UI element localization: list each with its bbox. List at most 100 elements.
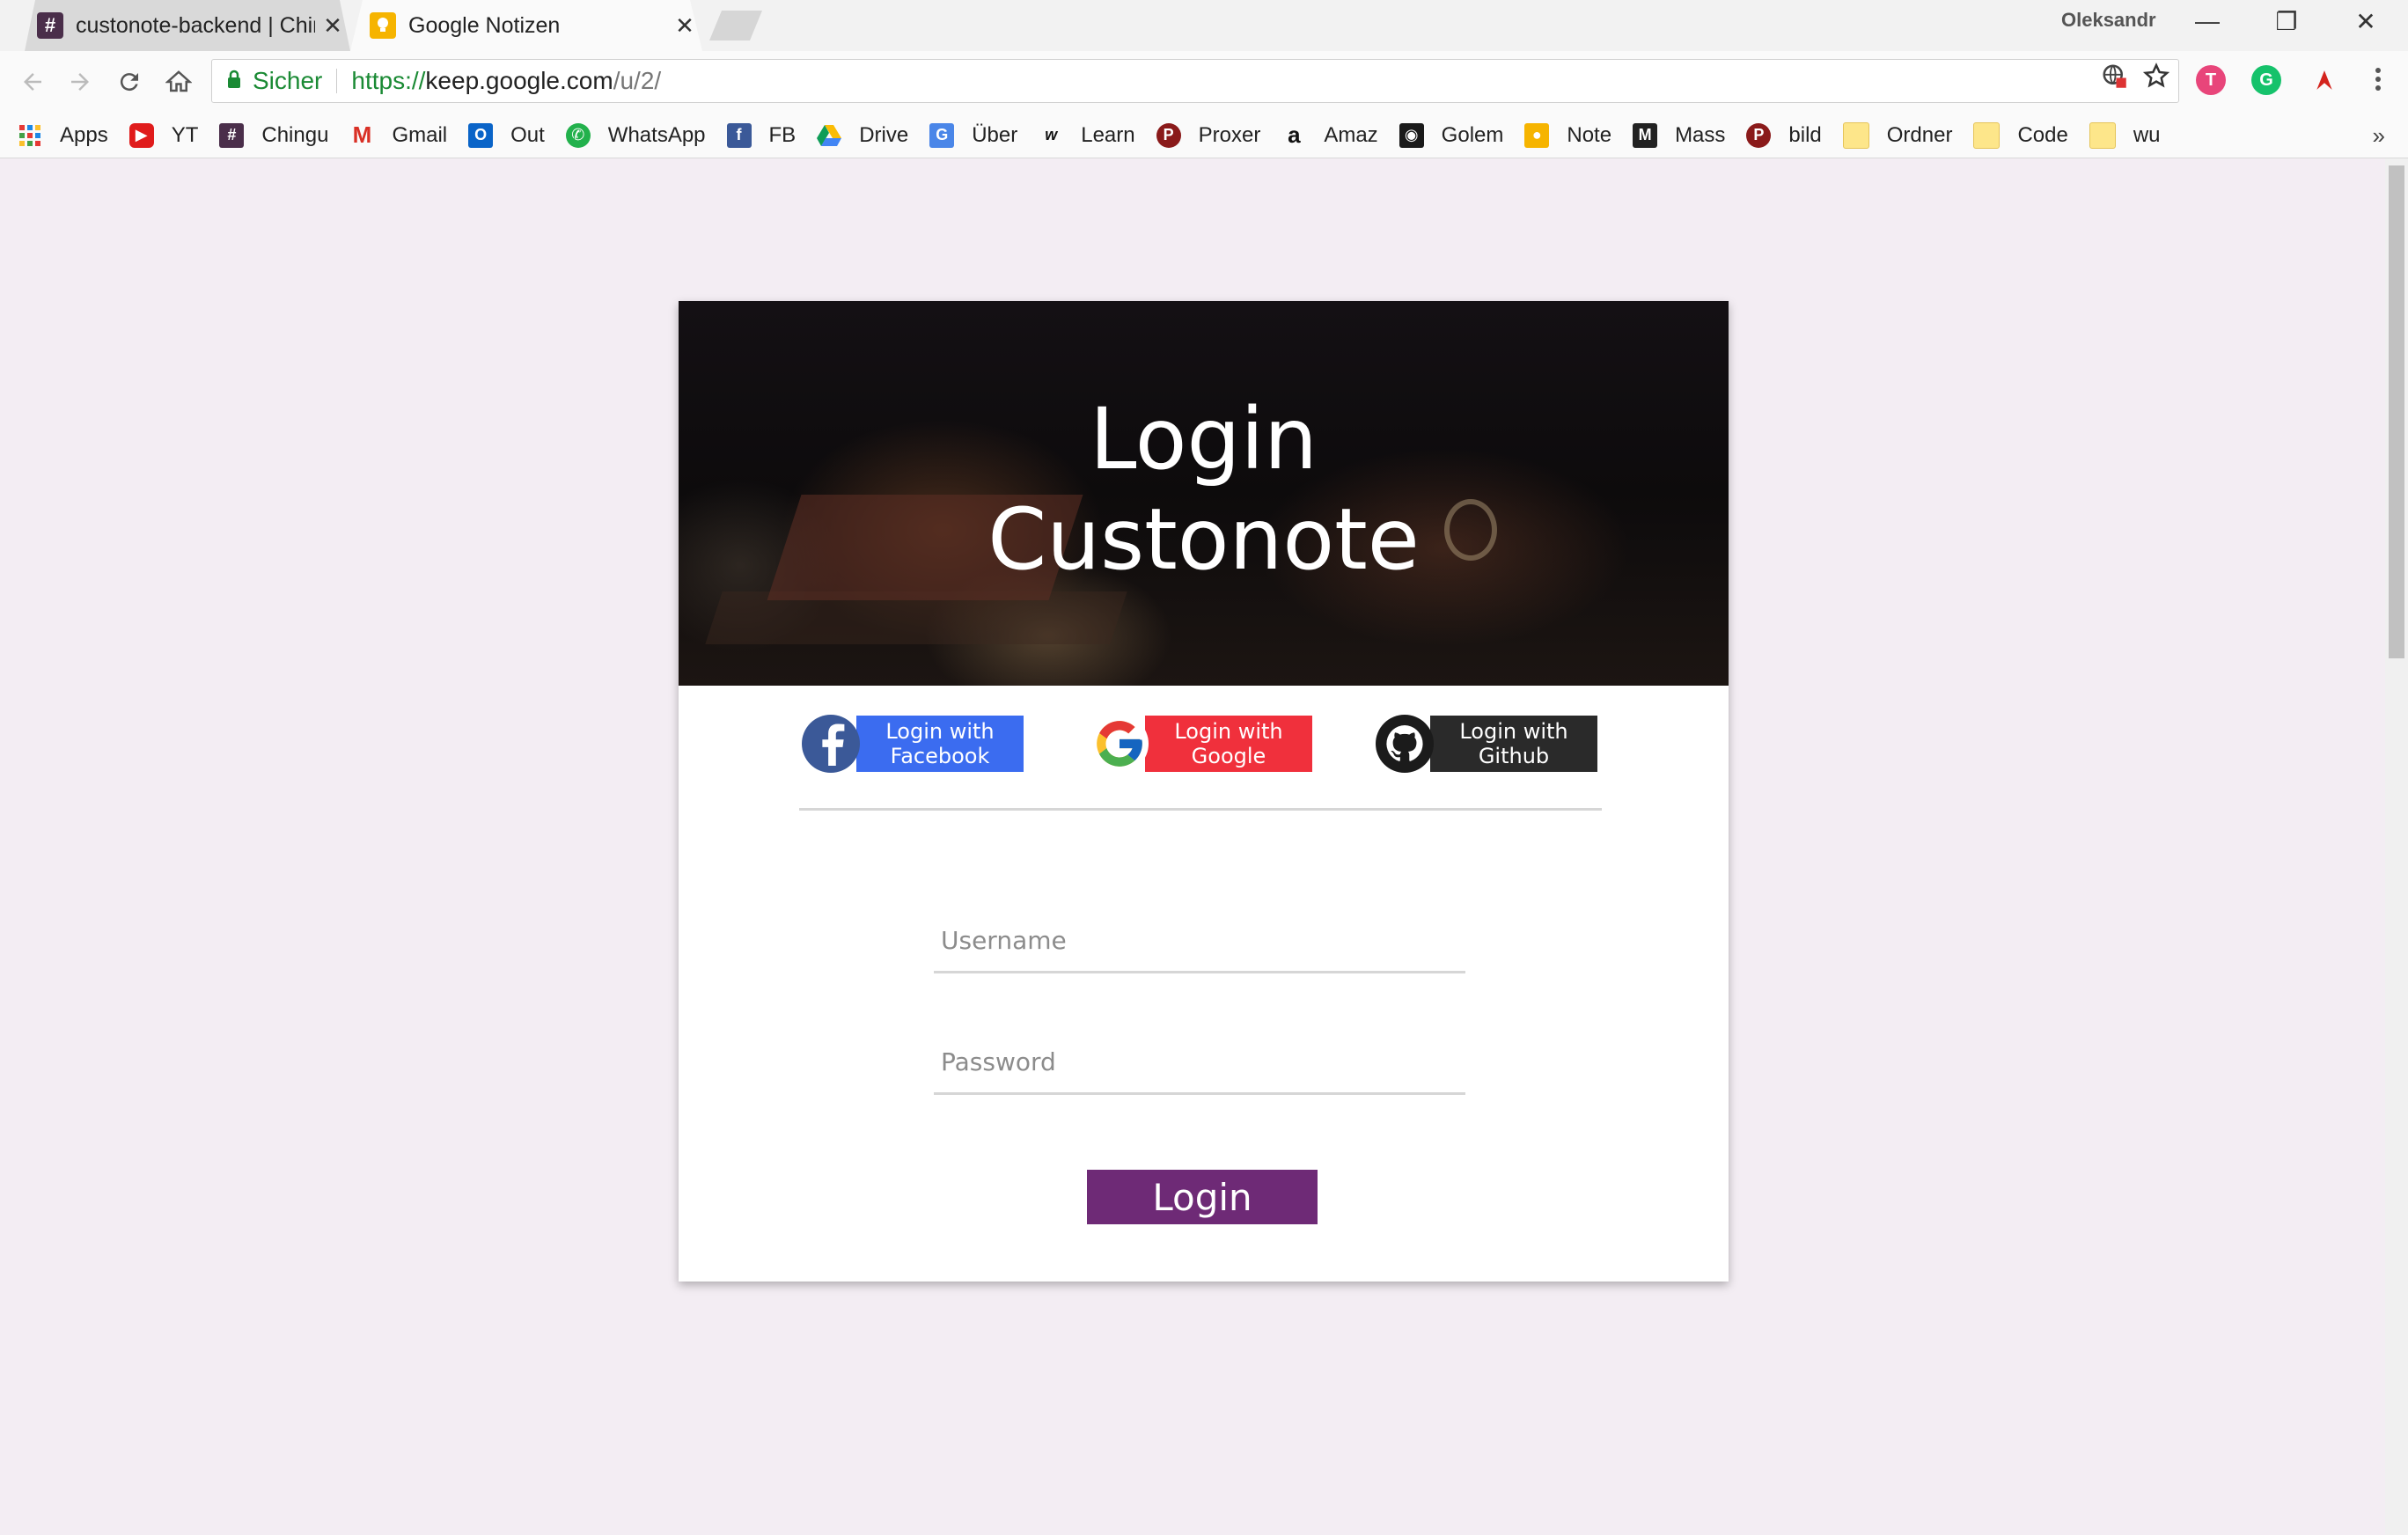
bookmark-uber[interactable]: G Über [929,122,1017,148]
tab-google-notizen[interactable]: Google Notizen ✕ [350,0,702,51]
url-scheme: https:// [351,67,426,94]
bookmark-label: WhatsApp [607,122,706,147]
window-close-icon[interactable]: ✕ [2339,7,2392,36]
url-host: keep.google.com [425,67,613,94]
proxer-icon: P [1156,122,1181,148]
tab-strip: # custonote-backend | Chir ✕ Google Noti… [0,0,2408,51]
translate-icon: G [929,122,955,148]
bookmark-mass[interactable]: M Mass [1633,122,1726,148]
page-scrollbar[interactable] [2385,158,2408,1535]
minimize-icon[interactable]: — [2181,7,2234,35]
hash-icon: # [219,122,245,148]
bookmark-bild[interactable]: P bild [1746,122,1822,148]
bookmark-label: Chingu [261,122,329,147]
bookmark-golem[interactable]: ◉ Golem [1399,122,1504,148]
scrollbar-thumb[interactable] [2389,165,2404,658]
password-input[interactable] [934,1032,1465,1092]
bookmark-label: Mass [1675,122,1726,147]
bookmarks-bar: Apps ▶ YT # Chingu M Gmail O Out ✆ Whats… [0,113,2408,158]
grammarly-icon[interactable]: G [2251,65,2281,95]
bookmark-proxer[interactable]: P Proxer [1156,122,1260,148]
login-facebook-button[interactable]: Login with Facebook [802,715,1024,773]
bookmark-star-icon[interactable] [2139,58,2174,93]
restore-icon[interactable]: ❐ [2260,7,2313,36]
bookmark-code[interactable]: Code [1973,121,2068,149]
amazon-icon: a [1288,121,1301,148]
lock-icon [226,67,242,95]
acrobat-icon[interactable] [2309,65,2339,95]
omnibox-separator [336,69,338,93]
username-field[interactable] [934,910,1465,973]
bookmark-label: Learn [1081,122,1135,147]
bookmark-label: Ordner [1886,122,1953,147]
forward-arrow-icon[interactable] [60,62,100,102]
social-login-row: Login with Facebook Login with Google Lo… [679,715,1729,773]
title-line-1: Login [1090,390,1318,488]
bookmark-chingu[interactable]: # Chingu [219,122,329,148]
address-bar[interactable]: Sicher https://keep.google.com/u/2/ [211,59,2179,103]
bookmark-whatsapp[interactable]: ✆ WhatsApp [565,122,706,148]
keep-bulb-icon: ● [1524,122,1550,148]
login-google-button[interactable]: Login with Google [1090,715,1312,773]
facebook-label: Login with Facebook [856,716,1024,772]
hash-icon: # [37,12,63,39]
close-icon[interactable]: ✕ [667,12,702,40]
bookmark-learn[interactable]: w Learn [1039,123,1134,148]
tab-custonote-backend[interactable]: # custonote-backend | Chir ✕ [25,0,350,51]
url-path: /u/2/ [613,67,662,94]
apps-grid-icon [18,123,42,148]
password-field[interactable] [934,1032,1465,1095]
bookmark-label: Out [510,122,545,147]
login-github-button[interactable]: Login with Github [1376,715,1597,773]
bookmark-ordner[interactable]: Ordner [1842,121,1953,149]
bookmark-label: Apps [60,122,108,147]
extension-t-icon[interactable]: T [2196,65,2226,95]
bookmark-label: FB [768,122,797,147]
bookmark-note[interactable]: ● Note [1524,122,1612,148]
secure-label: Sicher [253,67,323,94]
profile-name[interactable]: Oleksandr [2061,9,2156,32]
bookmark-wu[interactable]: wu [2089,121,2161,149]
menu-kebab-icon[interactable] [2360,62,2396,97]
bookmark-label: Drive [859,122,909,147]
bookmark-yt[interactable]: ▶ YT [128,122,199,148]
bookmarks-overflow-button[interactable]: » [2373,113,2385,158]
bookmark-drive[interactable]: Drive [817,123,908,148]
github-icon [1376,715,1434,773]
golem-icon: ◉ [1399,122,1424,148]
outlook-icon: O [468,122,494,148]
home-icon[interactable] [158,62,199,102]
bookmark-fb[interactable]: f FB [726,122,797,148]
bookmark-label: wu [2133,122,2161,147]
username-input[interactable] [934,910,1465,971]
mass-icon: M [1633,122,1658,148]
tab-title: custonote-backend | Chir [76,12,315,38]
social-divider [799,808,1602,811]
login-button[interactable]: Login [1087,1170,1318,1224]
page-title: Login Custonote [679,389,1729,590]
bookmark-label: bild [1788,122,1822,147]
bookmark-label: Note [1567,122,1612,147]
browser-toolbar: Sicher https://keep.google.com/u/2/ T G [0,51,2408,113]
title-line-2: Custonote [987,490,1420,589]
youtube-icon: ▶ [128,122,154,148]
new-tab-button[interactable] [709,11,762,40]
bookmark-out[interactable]: O Out [468,122,545,148]
translate-blocked-icon[interactable] [2096,58,2132,93]
bookmark-amaz[interactable]: a Amaz [1281,121,1378,148]
facebook-icon: f [726,122,752,148]
reload-icon[interactable] [109,62,150,102]
bookmark-label: Golem [1441,122,1504,147]
tab-title: Google Notizen [408,12,561,38]
keep-bulb-icon [370,12,396,39]
bookmark-label: YT [171,122,199,147]
folder-icon [2089,121,2116,149]
close-icon[interactable]: ✕ [315,12,350,40]
gmail-icon: M [352,121,372,148]
bookmark-apps[interactable]: Apps [18,123,108,148]
proxer-icon: P [1746,122,1772,148]
google-icon [1090,715,1149,773]
bookmark-gmail[interactable]: M Gmail [349,121,448,148]
back-arrow-icon[interactable] [12,62,53,102]
w-icon: w [1045,126,1058,143]
